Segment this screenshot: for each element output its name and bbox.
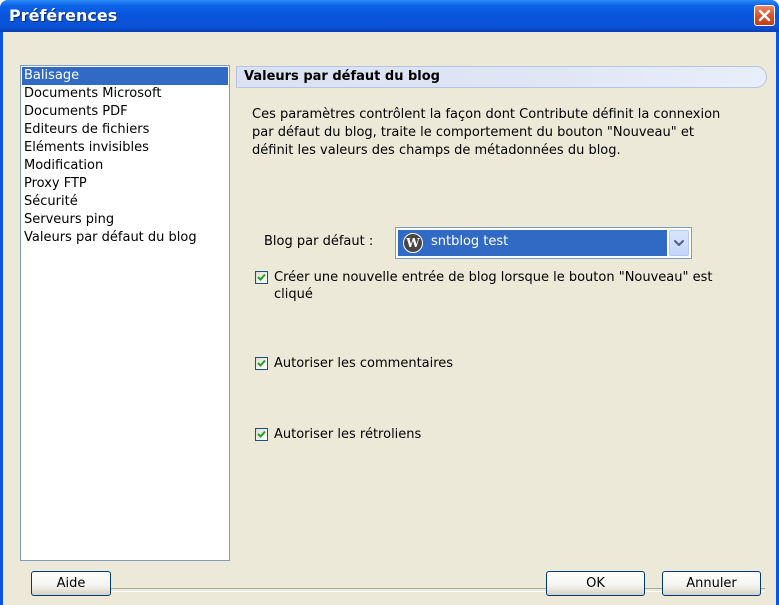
new-entry-checkbox[interactable] bbox=[255, 271, 268, 284]
ok-button[interactable]: OK bbox=[546, 571, 645, 596]
preferences-window: Préférences Balisage Documents Microsoft… bbox=[0, 0, 779, 605]
description-line: définit les valeurs des champs de métado… bbox=[252, 143, 621, 158]
chevron-down-icon bbox=[674, 240, 684, 246]
close-icon bbox=[758, 9, 771, 22]
category-item-editeurs-de-fichiers[interactable]: Editeurs de fichiers bbox=[22, 121, 228, 139]
close-button[interactable] bbox=[754, 5, 775, 26]
panel-title: Valeurs par défaut du blog bbox=[244, 69, 440, 84]
checkmark-icon bbox=[257, 430, 266, 438]
cancel-button[interactable]: Annuler bbox=[662, 571, 761, 596]
panel-header: Valeurs par défaut du blog bbox=[236, 66, 767, 88]
default-blog-label: Blog par défaut : bbox=[264, 234, 374, 249]
checkmark-icon bbox=[257, 359, 266, 367]
wordpress-icon: W bbox=[403, 233, 423, 253]
new-entry-label-line: cliqué bbox=[274, 287, 313, 302]
panel-description: Ces paramètres contrôlent la façon dont … bbox=[252, 106, 772, 160]
dialog-body: Balisage Documents Microsoft Documents P… bbox=[3, 32, 776, 605]
category-item-documents-pdf[interactable]: Documents PDF bbox=[22, 103, 228, 121]
description-line: Ces paramètres contrôlent la façon dont … bbox=[252, 107, 721, 122]
default-blog-value: sntblog test bbox=[431, 234, 509, 249]
category-item-modification[interactable]: Modification bbox=[22, 157, 228, 175]
default-blog-select[interactable]: W sntblog test bbox=[395, 227, 692, 259]
category-item-documents-microsoft[interactable]: Documents Microsoft bbox=[22, 85, 228, 103]
category-item-proxy-ftp[interactable]: Proxy FTP bbox=[22, 175, 228, 193]
category-item-securite[interactable]: Sécurité bbox=[22, 193, 228, 211]
new-entry-label[interactable]: Créer une nouvelle entrée de blog lorsqu… bbox=[274, 269, 713, 303]
comments-label[interactable]: Autoriser les commentaires bbox=[274, 355, 453, 372]
window-title: Préférences bbox=[9, 6, 118, 25]
comments-checkbox[interactable] bbox=[255, 357, 268, 370]
category-item-serveurs-ping[interactable]: Serveurs ping bbox=[22, 211, 228, 229]
category-item-balisage[interactable]: Balisage bbox=[22, 67, 228, 85]
description-line: par défaut du blog, traite le comporteme… bbox=[252, 125, 694, 140]
title-bar[interactable]: Préférences bbox=[0, 0, 779, 32]
checkmark-icon bbox=[257, 273, 266, 281]
category-list[interactable]: Balisage Documents Microsoft Documents P… bbox=[20, 65, 230, 561]
category-item-valeurs-blog[interactable]: Valeurs par défaut du blog bbox=[22, 229, 228, 247]
help-button[interactable]: Aide bbox=[31, 571, 111, 596]
default-blog-selected-option[interactable]: W sntblog test bbox=[398, 230, 667, 256]
trackbacks-label[interactable]: Autoriser les rétroliens bbox=[274, 426, 421, 443]
bottom-separator bbox=[33, 588, 765, 592]
category-item-elements-invisibles[interactable]: Eléments invisibles bbox=[22, 139, 228, 157]
dropdown-arrow-button[interactable] bbox=[669, 230, 689, 256]
trackbacks-checkbox[interactable] bbox=[255, 428, 268, 441]
new-entry-label-line: Créer une nouvelle entrée de blog lorsqu… bbox=[274, 270, 713, 285]
